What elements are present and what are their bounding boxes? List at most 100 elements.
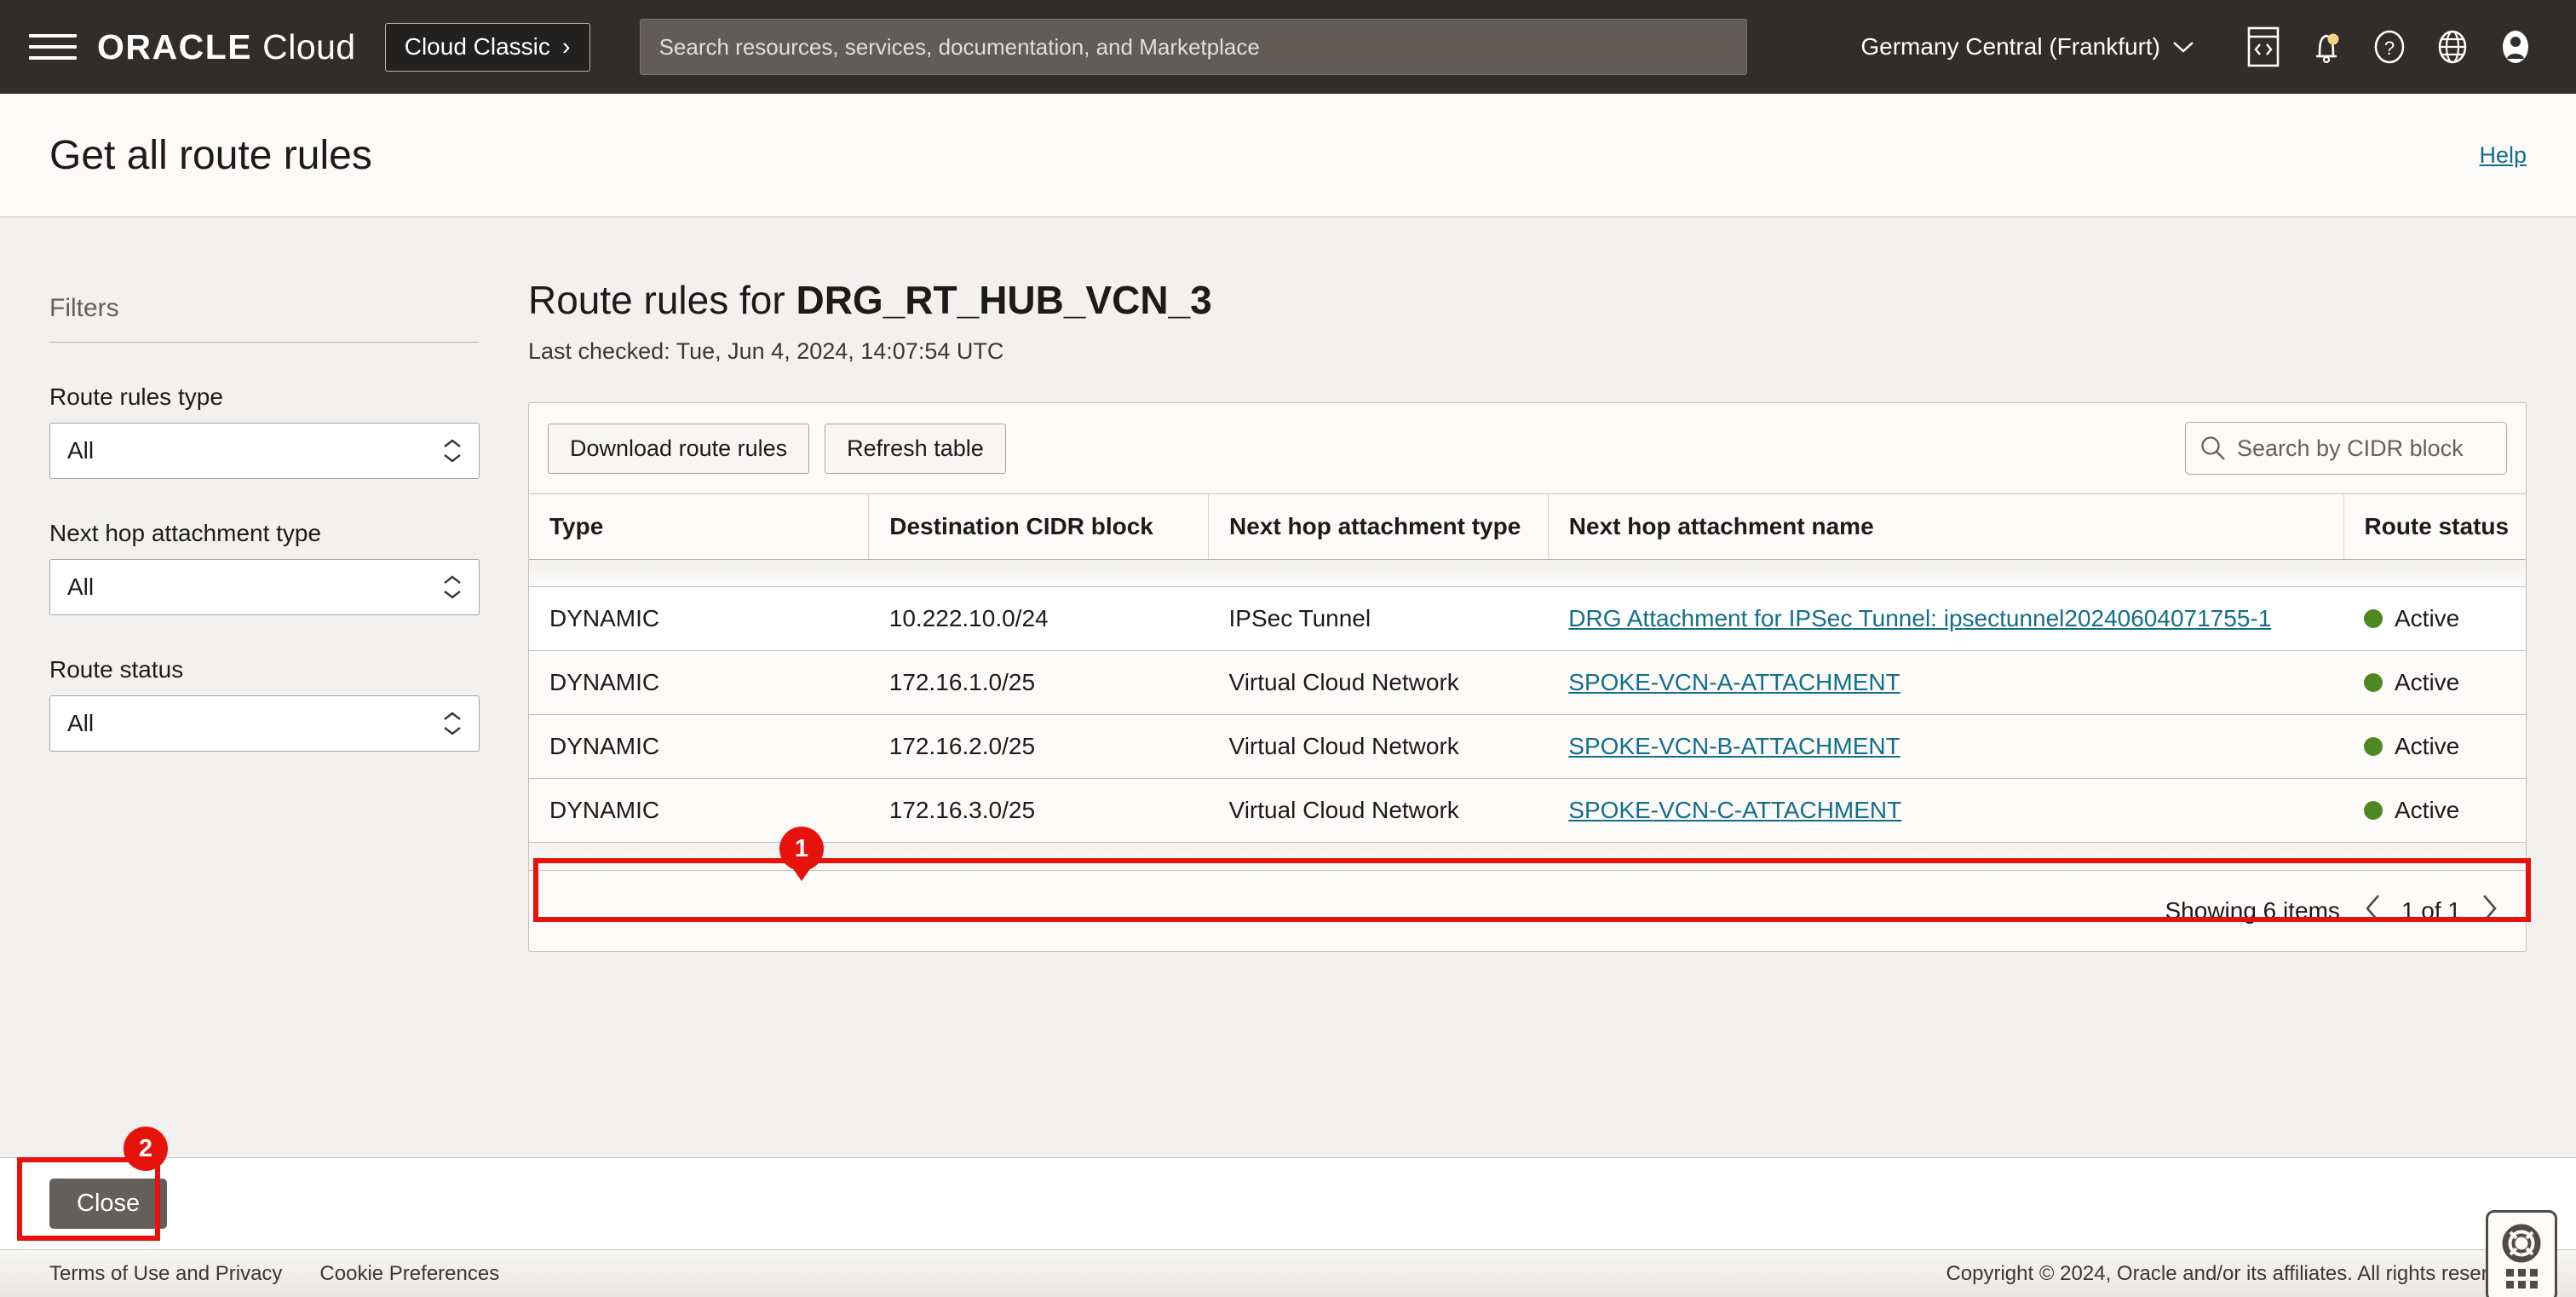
next-hop-attachment-type-select[interactable]: All xyxy=(49,559,480,615)
cell-hop-name: SPOKE-VCN-B-ATTACHMENT xyxy=(1548,715,2343,779)
top-navigation-bar: ORACLE Cloud Cloud Classic › Germany Cen… xyxy=(0,0,2576,94)
route-status-select[interactable]: All xyxy=(49,695,480,752)
main-content: Route rules for DRG_RT_HUB_VCN_3 Last ch… xyxy=(528,217,2576,1297)
column-header-next-hop-attachment-name[interactable]: Next hop attachment name xyxy=(1548,494,2343,560)
route-table-title: Route rules for DRG_RT_HUB_VCN_3 xyxy=(528,277,2527,323)
brand-cloud-text: Cloud xyxy=(262,27,356,67)
cell-hop-name: SPOKE-VCN-A-ATTACHMENT xyxy=(1548,651,2343,715)
page-indicator: 1 of 1 xyxy=(2401,897,2461,925)
column-header-destination-cidr-block[interactable]: Destination CIDR block xyxy=(869,494,1209,560)
select-value: All xyxy=(67,437,94,464)
filter-label: Route status xyxy=(49,656,479,683)
cell-status: Active xyxy=(2343,651,2526,715)
showing-items-count: Showing 6 items xyxy=(2165,897,2340,925)
cell-cidr: 172.16.3.0/25 xyxy=(869,779,1209,843)
table-scroll-spacer-top xyxy=(529,560,2526,587)
attachment-link[interactable]: DRG Attachment for IPSec Tunnel: ipsectu… xyxy=(1568,605,2271,631)
filter-route-status: Route status All xyxy=(49,656,479,752)
cell-type: DYNAMIC xyxy=(529,587,869,651)
cell-type: DYNAMIC xyxy=(529,651,869,715)
pagination-controls: 1 of 1 xyxy=(2362,893,2500,929)
table-row[interactable]: DYNAMIC 172.16.1.0/25 Virtual Cloud Netw… xyxy=(529,651,2526,715)
cloud-classic-label: Cloud Classic xyxy=(405,33,550,61)
annotation-marker-2: 2 xyxy=(124,1127,168,1171)
life-preserver-icon xyxy=(2502,1224,2541,1263)
table-toolbar: Download route rules Refresh table xyxy=(529,403,2526,493)
user-avatar-icon[interactable] xyxy=(2484,15,2547,78)
global-search-container xyxy=(640,19,1747,75)
cell-hop-type: Virtual Cloud Network xyxy=(1209,779,1549,843)
oracle-cloud-logo: ORACLE Cloud xyxy=(97,27,356,67)
table-row[interactable]: DYNAMIC 10.222.10.0/24 IPSec Tunnel DRG … xyxy=(529,587,2526,651)
select-value: All xyxy=(67,574,94,601)
global-search-input[interactable] xyxy=(640,19,1747,75)
cookie-preferences-link[interactable]: Cookie Preferences xyxy=(319,1262,499,1286)
chevron-right-icon: › xyxy=(562,33,571,61)
page-title: Get all route rules xyxy=(49,132,372,179)
page-body: Filters Route rules type All Next hop at… xyxy=(0,217,2576,1297)
attachment-link[interactable]: SPOKE-VCN-B-ATTACHMENT xyxy=(1568,733,1900,759)
filters-heading: Filters xyxy=(49,294,479,343)
support-chat-widget[interactable] xyxy=(2486,1210,2557,1297)
hamburger-menu-icon[interactable] xyxy=(29,28,77,66)
cell-hop-type: IPSec Tunnel xyxy=(1209,587,1549,651)
cloud-classic-button[interactable]: Cloud Classic › xyxy=(385,23,590,72)
help-question-icon[interactable]: ? xyxy=(2358,15,2421,78)
cidr-search-container xyxy=(2185,422,2507,475)
route-table-resource-name: DRG_RT_HUB_VCN_3 xyxy=(796,278,1211,322)
annotation-number: 2 xyxy=(139,1135,152,1163)
bottom-action-bar: Close xyxy=(0,1157,2576,1249)
cell-hop-name: SPOKE-VCN-C-ATTACHMENT xyxy=(1548,779,2343,843)
status-label: Active xyxy=(2395,733,2459,760)
stepper-arrows-icon xyxy=(443,439,462,463)
route-table-title-prefix: Route rules for xyxy=(528,278,796,322)
attachment-link[interactable]: SPOKE-VCN-A-ATTACHMENT xyxy=(1568,669,1900,695)
status-dot-icon xyxy=(2364,737,2383,756)
table-row[interactable]: DYNAMIC 172.16.2.0/25 Virtual Cloud Netw… xyxy=(529,715,2526,779)
region-label: Germany Central (Frankfurt) xyxy=(1860,33,2160,61)
cell-hop-type: Virtual Cloud Network xyxy=(1209,715,1549,779)
status-label: Active xyxy=(2395,669,2459,696)
status-dot-icon xyxy=(2364,609,2383,628)
region-selector[interactable]: Germany Central (Frankfurt) xyxy=(1860,33,2194,61)
notification-bell-icon[interactable] xyxy=(2295,15,2358,78)
cidr-search-input[interactable] xyxy=(2237,435,2493,462)
last-checked-timestamp: Last checked: Tue, Jun 4, 2024, 14:07:54… xyxy=(528,338,2527,365)
status-dot-icon xyxy=(2364,673,2383,692)
status-label: Active xyxy=(2395,605,2459,632)
table-pagination-footer: Showing 6 items 1 of 1 xyxy=(529,870,2526,951)
cell-status: Active xyxy=(2343,715,2526,779)
route-rules-table-card: Download route rules Refresh table xyxy=(528,402,2527,952)
column-header-next-hop-attachment-type[interactable]: Next hop attachment type xyxy=(1209,494,1549,560)
attachment-link[interactable]: SPOKE-VCN-C-ATTACHMENT xyxy=(1568,797,1901,823)
search-icon xyxy=(2199,435,2227,462)
globe-language-icon[interactable] xyxy=(2421,15,2484,78)
refresh-table-button[interactable]: Refresh table xyxy=(825,424,1006,474)
column-header-type[interactable]: Type xyxy=(529,494,869,560)
download-route-rules-button[interactable]: Download route rules xyxy=(548,424,809,474)
cell-status: Active xyxy=(2343,587,2526,651)
cell-hop-name: DRG Attachment for IPSec Tunnel: ipsectu… xyxy=(1548,587,2343,651)
chevron-right-icon[interactable] xyxy=(2478,893,2500,929)
terms-of-use-link[interactable]: Terms of Use and Privacy xyxy=(49,1262,282,1286)
chevron-left-icon[interactable] xyxy=(2362,893,2384,929)
help-link[interactable]: Help xyxy=(2479,142,2527,169)
annotation-marker-1: 1 xyxy=(779,827,824,871)
table-row[interactable]: DYNAMIC 172.16.3.0/25 Virtual Cloud Netw… xyxy=(529,779,2526,843)
cell-type: DYNAMIC xyxy=(529,715,869,779)
status-dot-icon xyxy=(2364,801,2383,820)
stepper-arrows-icon xyxy=(443,575,462,599)
cell-cidr: 10.222.10.0/24 xyxy=(869,587,1209,651)
column-header-route-status[interactable]: Route status xyxy=(2343,494,2526,560)
brand-oracle-text: ORACLE xyxy=(97,27,252,67)
filter-label: Next hop attachment type xyxy=(49,520,479,547)
svg-text:?: ? xyxy=(2384,37,2395,59)
table-header-row: Type Destination CIDR block Next hop att… xyxy=(529,494,2526,560)
filter-route-rules-type: Route rules type All xyxy=(49,383,479,479)
copyright-text: Copyright © 2024, Oracle and/or its affi… xyxy=(1946,1262,2527,1286)
code-editor-icon[interactable] xyxy=(2232,15,2295,78)
close-button[interactable]: Close xyxy=(49,1179,167,1229)
cell-status: Active xyxy=(2343,779,2526,843)
status-label: Active xyxy=(2395,797,2459,824)
route-rules-type-select[interactable]: All xyxy=(49,423,480,479)
